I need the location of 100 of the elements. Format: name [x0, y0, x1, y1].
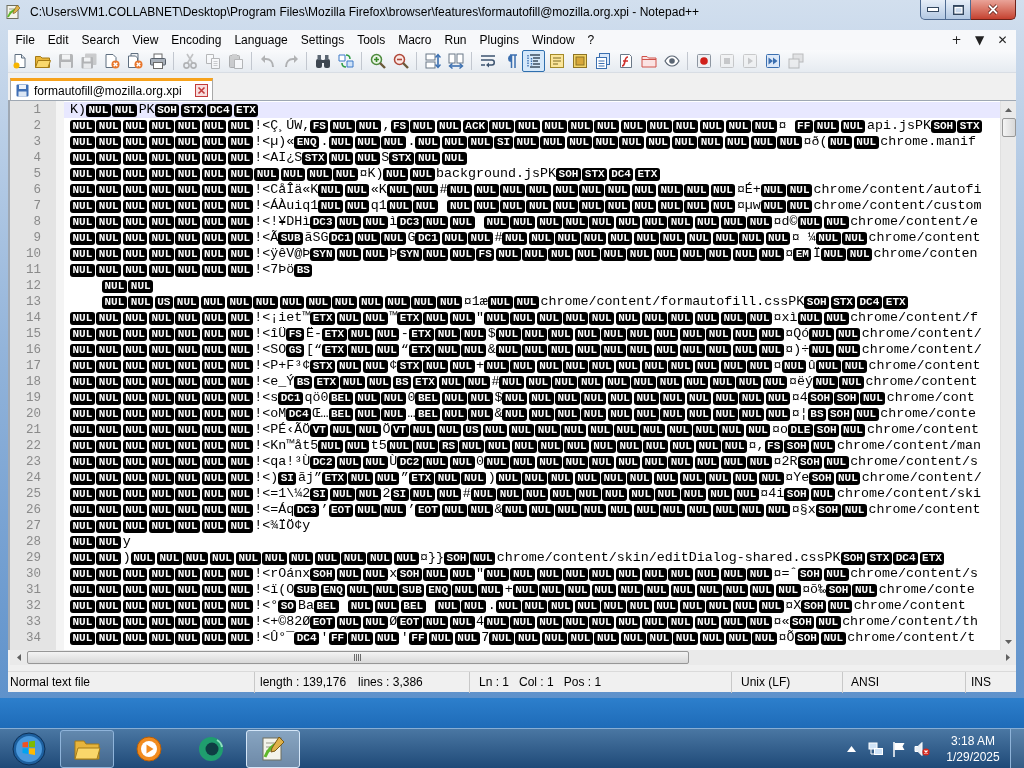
- control-character-badge: NUL: [122, 471, 148, 485]
- control-character-badge: NUL: [590, 439, 616, 453]
- control-character-badge: NUL: [346, 583, 372, 597]
- add-document-button[interactable]: +: [945, 30, 968, 50]
- menu-item[interactable]: View: [126, 30, 165, 50]
- up-triangle-icon[interactable]: [847, 745, 856, 752]
- control-character-badge: NUL: [96, 455, 122, 469]
- control-character-badge: NUL: [70, 167, 95, 181]
- clock-time[interactable]: 3:18 AM: [951, 732, 995, 749]
- control-character-badge: NUL: [328, 135, 354, 149]
- down-triangle-icon[interactable]: [1005, 639, 1012, 644]
- control-character-badge: NUL: [679, 343, 705, 357]
- code-text: chrome/content: [866, 422, 979, 438]
- menu-item[interactable]: Window: [525, 30, 582, 50]
- control-character-badge: RS: [439, 439, 458, 453]
- menu-item[interactable]: File: [9, 30, 42, 50]
- control-character-badge: NUL: [356, 487, 381, 501]
- control-character-badge: NUL: [860, 391, 886, 405]
- menu-item[interactable]: Settings: [294, 30, 351, 50]
- control-character-badge: NUL: [148, 407, 174, 421]
- control-character-badge: NUL: [522, 327, 547, 341]
- control-character-badge: NUL: [631, 375, 656, 389]
- control-character-badge: NUL: [468, 231, 493, 245]
- menu-item[interactable]: Macro: [391, 30, 438, 50]
- control-character-badge: NUL: [70, 503, 95, 517]
- show-desktop-button[interactable]: [1010, 728, 1024, 768]
- close-button[interactable]: [971, 0, 1016, 20]
- code-text: …: [407, 406, 416, 422]
- control-character-badge: DC1: [415, 231, 441, 245]
- control-character-badge: NUL: [750, 135, 776, 149]
- control-character-badge: NUL: [436, 487, 462, 501]
- maximize-button[interactable]: [946, 0, 971, 20]
- control-character-badge: NUL: [122, 167, 148, 181]
- control-character-badge: NUL: [96, 439, 122, 453]
- control-character-badge: NUL: [201, 503, 227, 517]
- control-character-badge: NUL: [522, 343, 547, 357]
- menu-item[interactable]: Plugins: [473, 30, 526, 50]
- control-character-badge: NUL: [670, 583, 696, 597]
- menu-item[interactable]: ?: [581, 30, 601, 50]
- play-icon: [741, 53, 758, 69]
- control-character-badge: NUL: [484, 359, 509, 373]
- control-character-badge: SOH: [784, 487, 810, 501]
- scrollbar-thumb[interactable]: [1001, 118, 1016, 137]
- two-pages-icon: [204, 53, 221, 69]
- menu-item[interactable]: Run: [438, 30, 474, 50]
- control-character-badge: NUL: [698, 135, 724, 149]
- control-character-badge: ENQ: [425, 583, 451, 597]
- control-character-badge: NUL: [733, 487, 759, 501]
- control-character-badge: NUL: [96, 375, 122, 389]
- code-text: ¤ëý: [788, 374, 813, 390]
- start-orb-icon[interactable]: [12, 731, 46, 766]
- menu-item[interactable]: Edit: [41, 30, 76, 50]
- control-character-badge: NUL: [548, 343, 574, 357]
- up-triangle-icon[interactable]: [1005, 107, 1012, 112]
- code-text: !<µ)«: [254, 134, 295, 150]
- code-text: .: [487, 598, 496, 614]
- code-text: ': [320, 630, 329, 646]
- close-document-button[interactable]: ✕: [991, 30, 1014, 50]
- control-character-badge: NUL: [70, 535, 95, 549]
- control-character-badge: NUL: [620, 119, 646, 133]
- control-character-badge: NUL: [336, 567, 362, 581]
- code-text: background.jsPK: [436, 166, 557, 182]
- control-character-badge: NUL: [175, 151, 201, 165]
- minimize-button[interactable]: [920, 0, 946, 20]
- muted-speaker-icon[interactable]: [914, 740, 930, 757]
- control-character-badge: NUL: [628, 487, 654, 501]
- control-character-badge: ENQ: [320, 583, 346, 597]
- scrollbar-thumb[interactable]: [27, 651, 689, 664]
- menu-item[interactable]: Search: [75, 30, 127, 50]
- encoding-label: ANSI: [851, 674, 879, 691]
- menu-item[interactable]: Encoding: [164, 30, 228, 50]
- network-icon[interactable]: [868, 740, 884, 757]
- control-character-badge: NUL: [148, 199, 174, 213]
- menu-item[interactable]: Language: [227, 30, 295, 50]
- control-character-badge: NUL: [679, 471, 705, 485]
- control-character-badge: NUL: [227, 199, 253, 213]
- page-list-icon: [594, 53, 611, 69]
- control-character-badge: DC4: [856, 295, 882, 309]
- code-text: 7: [481, 630, 490, 646]
- file-tab[interactable]: formautofill@mozilla.org.xpi: [10, 78, 213, 100]
- close-icon[interactable]: [194, 84, 208, 97]
- control-character-badge: NUL: [411, 295, 436, 309]
- control-character-badge: ETX: [883, 295, 909, 309]
- minimize-icon: [927, 7, 939, 12]
- menu-item[interactable]: Tools: [350, 30, 392, 50]
- control-character-badge: NUL: [484, 311, 509, 325]
- clock-date[interactable]: 1/29/2025: [946, 748, 1000, 765]
- control-character-badge: NUL: [175, 343, 201, 357]
- indent-guide-button[interactable]: [522, 50, 545, 72]
- document-list-button[interactable]: ▼: [968, 30, 991, 50]
- code-text: &: [487, 342, 496, 358]
- flag-icon[interactable]: [891, 740, 907, 757]
- control-character-badge: NUL: [660, 391, 686, 405]
- file-explorer-button[interactable]: [60, 729, 114, 768]
- control-character-badge: NUL: [679, 247, 705, 261]
- right-triangle-icon[interactable]: [1005, 654, 1010, 661]
- notepad-plus-plus-button[interactable]: [246, 729, 300, 768]
- left-triangle-icon[interactable]: [16, 654, 21, 661]
- control-character-badge: DC1: [328, 231, 354, 245]
- control-character-badge: NUL: [175, 631, 201, 645]
